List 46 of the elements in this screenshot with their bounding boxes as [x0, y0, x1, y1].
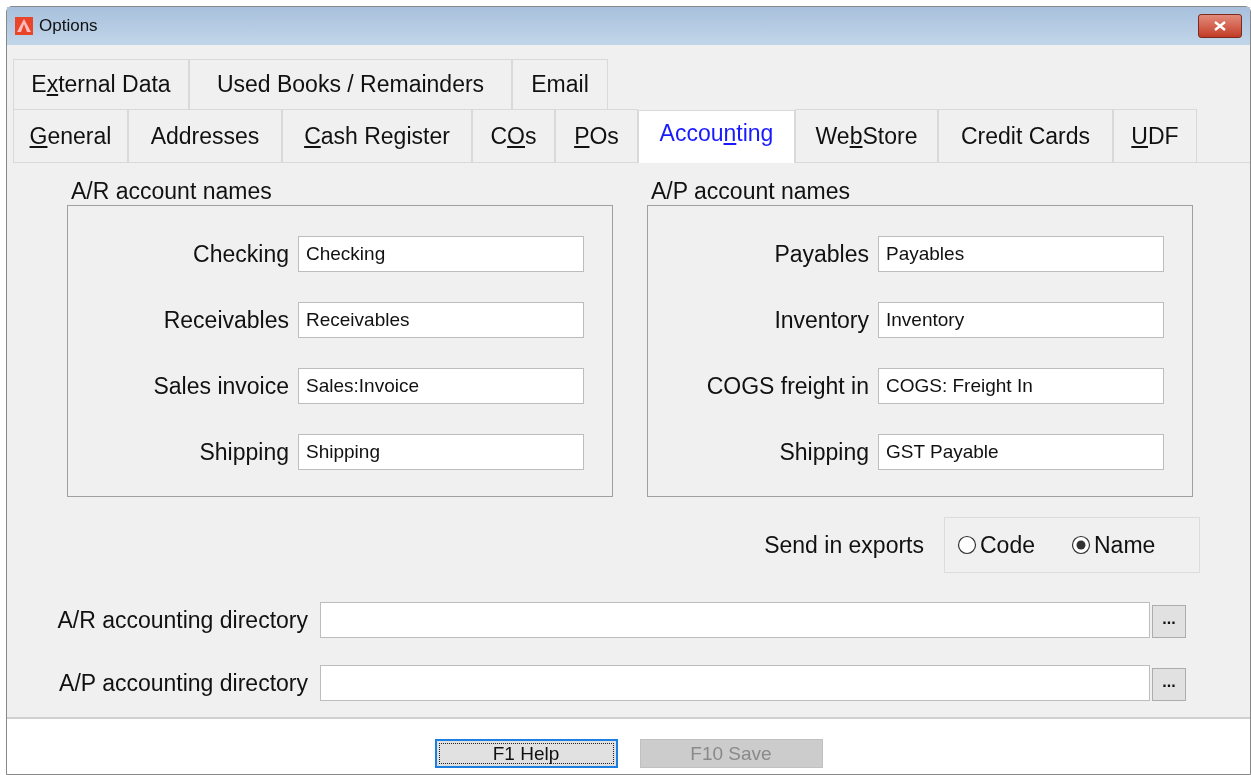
group-title: A/R account names — [71, 177, 273, 205]
field-label: Sales invoice — [153, 371, 289, 401]
radio-option[interactable]: Name — [1071, 527, 1156, 563]
tab[interactable]: UDF — [1113, 109, 1197, 162]
field-label: Shipping — [779, 437, 869, 467]
field-label: Shipping — [199, 437, 289, 467]
field-label: Checking — [193, 239, 289, 269]
tab[interactable]: POs — [555, 109, 638, 162]
field-label: Receivables — [163, 305, 289, 335]
browse-button[interactable]: ... — [1152, 605, 1186, 638]
close-icon — [1214, 21, 1226, 31]
input-field[interactable]: Checking — [298, 236, 584, 272]
app-logo-icon — [15, 17, 33, 35]
window-title: Options — [39, 15, 98, 38]
directory-label: A/R accounting directory — [56, 605, 309, 635]
tab[interactable]: Email — [512, 59, 608, 109]
input-field[interactable]: Inventory — [878, 302, 1164, 338]
input-field[interactable]: Receivables — [298, 302, 584, 338]
tab[interactable]: Credit Cards — [938, 109, 1113, 162]
tab[interactable]: Cash Register — [282, 109, 472, 162]
tab[interactable]: COs — [472, 109, 555, 162]
input-field[interactable]: GST Payable — [878, 434, 1164, 470]
tab[interactable]: WebStore — [795, 109, 938, 162]
radio-icon — [957, 535, 977, 555]
field-label: Inventory — [774, 305, 869, 335]
field-label: COGS freight in — [706, 371, 869, 401]
input-field[interactable]: Shipping — [298, 434, 584, 470]
input-field[interactable]: Payables — [878, 236, 1164, 272]
directory-field[interactable] — [320, 602, 1150, 638]
group-title: A/P account names — [651, 177, 852, 205]
tab[interactable]: Accounting — [638, 110, 795, 163]
footer-button[interactable]: F1 Help — [434, 739, 618, 768]
send-in-exports-label: Send in exports — [764, 530, 924, 560]
tab[interactable]: General — [13, 109, 128, 162]
close-button[interactable] — [1198, 14, 1242, 38]
browse-button[interactable]: ... — [1152, 668, 1186, 701]
field-label: Payables — [774, 239, 869, 269]
tab[interactable]: External Data — [13, 59, 189, 109]
radio-option[interactable]: Code — [957, 527, 1035, 563]
radio-icon — [1071, 535, 1091, 555]
input-field[interactable]: COGS: Freight In — [878, 368, 1164, 404]
directory-label: A/P accounting directory — [58, 668, 309, 698]
input-field[interactable]: Sales:Invoice — [298, 368, 584, 404]
tab[interactable]: Used Books / Remainders — [189, 59, 512, 109]
directory-field[interactable] — [320, 665, 1150, 701]
tab[interactable]: Addresses — [128, 109, 282, 162]
